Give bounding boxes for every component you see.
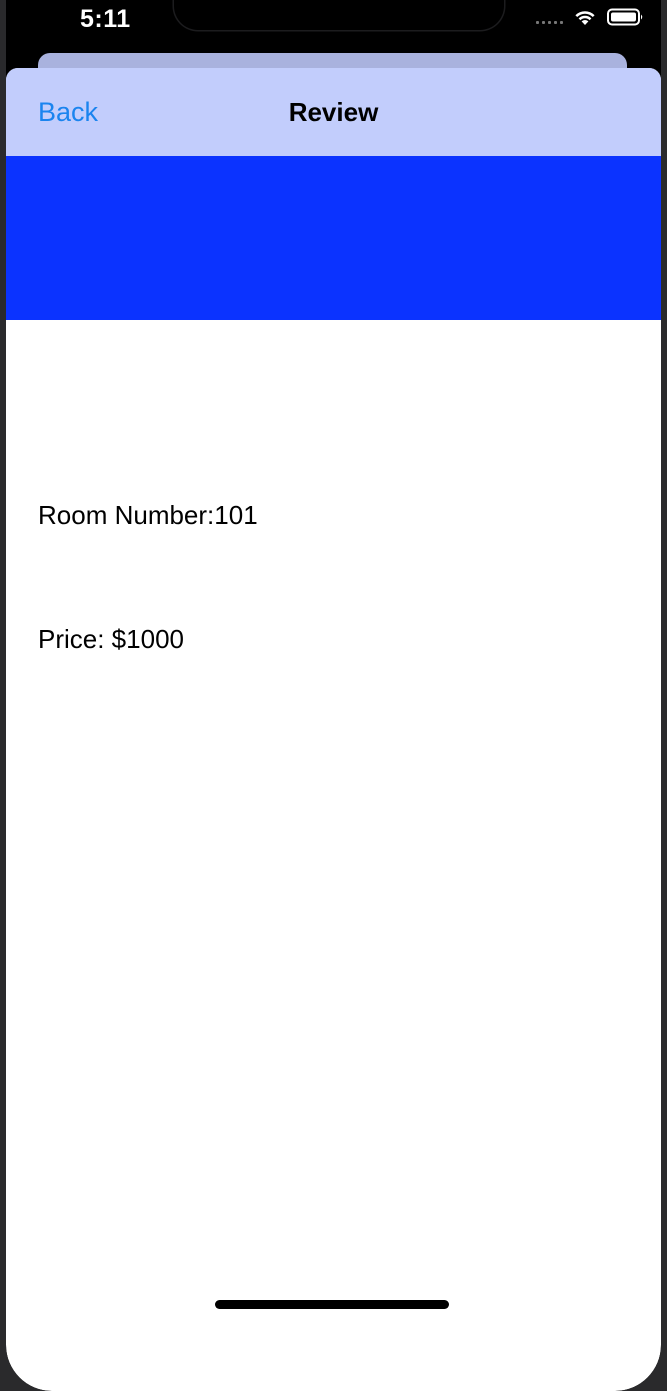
price-label: Price: $1000 [38, 624, 184, 654]
status-indicators [536, 8, 645, 26]
page-title: Review [288, 97, 379, 127]
review-sheet: Back Review Room Number:101 Price: $1000 [6, 68, 661, 1391]
header-banner [6, 156, 661, 320]
battery-icon [607, 8, 643, 26]
room-number-label: Room Number:101 [38, 500, 258, 530]
home-indicator[interactable] [215, 1300, 449, 1309]
signal-dots-icon [536, 10, 563, 24]
device-frame: 5:11 Back Review Room Number:101 Price: … [0, 0, 667, 1391]
navigation-bar: Back Review [6, 68, 661, 156]
screen: 5:11 Back Review Room Number:101 Price: … [6, 0, 661, 1391]
device-notch [174, 0, 504, 30]
wifi-icon [575, 11, 595, 25]
status-time: 5:11 [80, 5, 131, 33]
